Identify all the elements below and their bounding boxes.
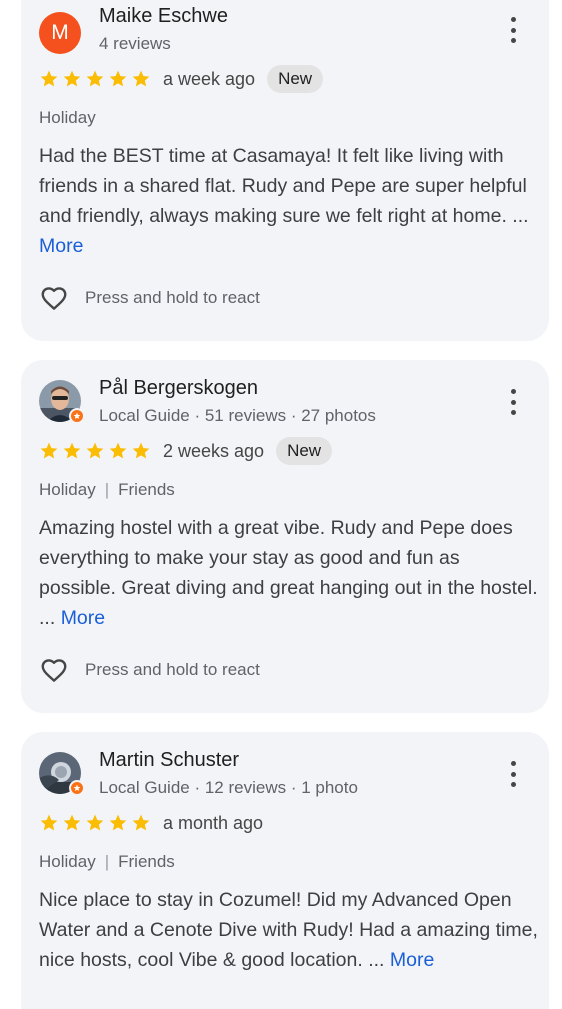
tag: Friends [118,852,175,871]
rating-row: a month ago [39,808,263,838]
review-tags: Holiday | Friends [39,480,175,500]
star-icon [109,70,127,87]
reviews-feed: M Maike Eschwe 4 reviews a week ago New … [0,0,562,1009]
more-link[interactable]: More [390,949,434,971]
tag: Friends [118,480,175,499]
new-badge: New [267,65,324,93]
avatar-letter: M [51,21,69,44]
star-icon [63,70,81,87]
tag-separator: | [104,852,110,871]
review-body: Amazing hostel with a great vibe. Rudy a… [39,517,538,599]
star-rating [39,69,151,89]
more-link[interactable]: More [61,607,105,629]
review-body: Had the BEST time at Casamaya! It felt l… [39,145,527,227]
local-guide-badge-icon [69,780,85,796]
ellipsis: ... [512,205,529,227]
tag: Holiday [39,852,96,871]
local-guide-badge-icon [69,408,85,424]
star-icon [109,442,127,459]
star-icon [40,70,58,87]
star-rating [39,441,151,461]
ellipsis: ... [368,949,385,971]
more-link[interactable]: More [39,235,83,257]
star-icon [86,70,104,87]
react-button[interactable]: Press and hold to react [38,655,260,685]
review-tags: Holiday [39,108,96,128]
tag-separator: | [104,480,110,499]
star-icon [132,442,150,459]
review-time: 2 weeks ago [163,440,265,461]
star-rating [39,813,151,833]
star-icon [132,814,150,831]
star-icon [40,814,58,831]
review-tags: Holiday | Friends [39,852,175,872]
ellipsis: ... [39,607,56,629]
reviewer-meta: Local Guide · 12 reviews · 1 photo [99,778,358,797]
more-options-button[interactable] [503,758,523,790]
review-time: a month ago [163,812,264,833]
star-icon [86,814,104,831]
reviewer-meta: Local Guide · 51 reviews · 27 photos [99,406,376,425]
reviewer-meta: 4 reviews [99,34,171,53]
star-icon [63,814,81,831]
review-time: a week ago [163,68,256,89]
react-label: Press and hold to react [85,660,260,679]
avatar[interactable]: M [39,12,81,54]
review-card: Martin Schuster Local Guide · 12 reviews… [21,732,549,1009]
more-vert-icon [510,389,516,394]
more-vert-icon [510,761,516,766]
star-icon [63,442,81,459]
react-label: Press and hold to react [85,288,260,307]
reviewer-name[interactable]: Pål Bergerskogen [99,377,258,400]
star-icon [109,814,127,831]
rating-row: a week ago New [39,64,324,94]
star-icon [40,442,58,459]
more-options-button[interactable] [503,14,523,46]
review-card: M Maike Eschwe 4 reviews a week ago New … [21,0,549,341]
review-body: Nice place to stay in Cozumel! Did my Ad… [39,889,538,971]
star-icon [132,70,150,87]
reviewer-name[interactable]: Maike Eschwe [99,5,228,28]
more-vert-icon [510,17,516,22]
heart-outline-icon [41,287,67,310]
avatar[interactable] [39,380,85,424]
tag: Holiday [39,108,96,127]
reviewer-name[interactable]: Martin Schuster [99,749,239,772]
review-text: Nice place to stay in Cozumel! Did my Ad… [39,885,539,975]
more-options-button[interactable] [503,386,523,418]
heart-outline-icon [41,659,67,682]
new-badge: New [276,437,333,465]
review-card: Pål Bergerskogen Local Guide · 51 review… [21,360,549,713]
tag: Holiday [39,480,96,499]
star-icon [86,442,104,459]
review-text: Had the BEST time at Casamaya! It felt l… [39,141,539,261]
review-text: Amazing hostel with a great vibe. Rudy a… [39,513,539,633]
avatar[interactable] [39,752,85,796]
rating-row: 2 weeks ago New [39,436,333,466]
react-button[interactable]: Press and hold to react [38,283,260,313]
